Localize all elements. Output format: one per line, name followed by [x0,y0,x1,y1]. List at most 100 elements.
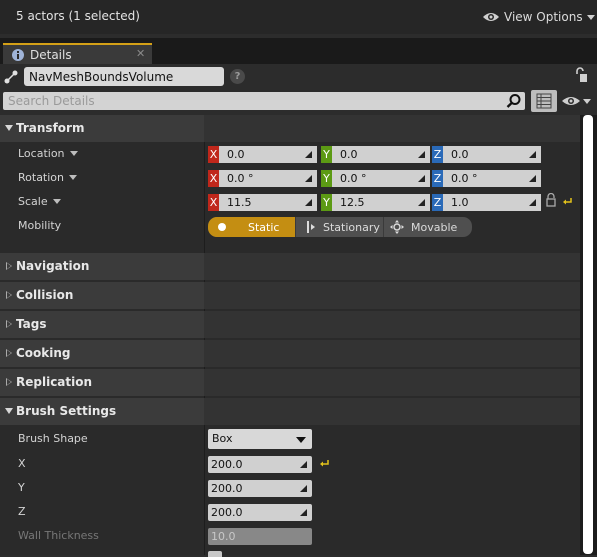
rotation-z-vector: Z 0.0 ° [432,170,541,187]
collapsed-arrow-icon [6,349,12,357]
visibility-filter-button[interactable] [561,94,595,108]
category-label: Collision [16,288,74,302]
mobility-selector: Static Stationary Movable [208,217,472,237]
view-options-label: View Options [504,10,583,24]
drag-handle-icon [529,199,536,206]
chevron-down-icon [296,437,306,443]
lock-icon[interactable] [574,67,588,83]
field-value: 0.0 ° [340,172,367,185]
scale-dropdown[interactable]: Scale [18,195,61,208]
field-value: 0.0 ° [451,172,478,185]
mobility-movable-button[interactable]: Movable [383,217,472,237]
scale-x-field[interactable]: 11.5 [219,194,317,211]
reset-arrow-icon[interactable] [320,459,329,467]
tab-details[interactable]: Details ✕ [3,43,152,64]
property-label: Y [18,481,25,494]
location-y-field[interactable]: 0.0 [332,146,430,163]
brush-shape-select[interactable]: Box [208,429,312,449]
help-icon[interactable]: ? [230,69,245,84]
brush-z-field[interactable]: 200.0 [208,504,312,521]
drag-handle-icon [529,175,536,182]
selection-status: 5 actors (1 selected) [16,9,140,23]
axis-x-label: X [208,170,219,187]
axis-z-label: Z [432,170,443,187]
category-collision[interactable]: Collision [0,282,580,309]
mobility-option-label: Static [248,220,280,234]
category-value-area [204,398,580,425]
static-icon [218,223,226,231]
field-value: 0.0 [340,148,358,161]
view-options-button[interactable]: View Options [482,8,595,26]
property-label: Scale [18,195,48,208]
reset-arrow-icon[interactable] [563,197,572,205]
details-tab-icon [12,48,24,61]
brush-x-field[interactable]: 200.0 [208,456,312,473]
mobility-static-button[interactable]: Static [208,217,295,237]
axis-z-label: Z [432,194,443,211]
actor-icon [4,70,18,84]
axis-y-label: Y [321,194,332,211]
axis-x-label: X [208,194,219,211]
checkbox[interactable] [208,551,222,557]
stationary-icon [307,221,315,233]
axis-y-label: Y [321,170,332,187]
scrollbar-thumb[interactable] [583,115,593,554]
drag-handle-icon [300,461,307,468]
field-value: 0.0 [451,148,469,161]
rotation-z-field[interactable]: 0.0 ° [443,170,541,187]
category-label: Navigation [16,259,90,273]
collapsed-arrow-icon [6,262,12,270]
select-value: Box [212,432,233,445]
category-brush-settings[interactable]: Brush Settings [0,398,580,425]
property-label: Z [18,505,26,518]
rotation-y-vector: Y 0.0 ° [321,170,430,187]
field-value: 200.0 [211,458,243,471]
category-cooking[interactable]: Cooking [0,340,580,367]
category-value-area [204,340,580,367]
property-label: Wall Thickness [18,529,99,542]
chevron-down-icon [586,14,595,20]
category-navigation[interactable]: Navigation [0,253,580,280]
category-label: Replication [16,375,93,389]
grid-filter-icon [536,93,552,109]
brush-y-field[interactable]: 200.0 [208,480,312,497]
scale-y-field[interactable]: 12.5 [332,194,430,211]
location-x-field[interactable]: 0.0 [219,146,317,163]
scale-z-vector: Z 1.0 [432,194,541,211]
drag-handle-icon [418,151,425,158]
mobility-stationary-button[interactable]: Stationary [295,217,383,237]
lock-icon[interactable] [546,193,556,207]
scale-x-vector: X 11.5 [208,194,317,211]
category-value-area [204,311,580,338]
wall-thickness-field: 10.0 [208,528,312,545]
location-z-field[interactable]: 0.0 [443,146,541,163]
chevron-down-icon [583,98,591,104]
expanded-arrow-icon [5,125,13,131]
location-dropdown[interactable]: Location [18,147,78,160]
scale-z-field[interactable]: 1.0 [443,194,541,211]
drag-handle-icon [418,199,425,206]
close-icon[interactable]: ✕ [136,47,145,60]
location-z-vector: Z 0.0 [432,146,541,163]
tab-label: Details [30,47,72,62]
search-input[interactable] [3,92,525,110]
property-matrix-button[interactable] [531,90,557,112]
axis-z-label: Z [432,146,443,163]
field-value: 0.0 [227,148,245,161]
property-label: Location [18,147,65,160]
rotation-x-field[interactable]: 0.0 ° [219,170,317,187]
category-transform[interactable]: Transform [0,115,580,142]
rotation-x-vector: X 0.0 ° [208,170,317,187]
mobility-option-label: Movable [411,220,458,234]
actor-name-input[interactable] [24,67,224,86]
category-label: Brush Settings [16,404,117,418]
field-value: 200.0 [211,482,243,495]
rotation-dropdown[interactable]: Rotation [18,171,78,184]
property-label: Rotation [18,171,65,184]
category-replication[interactable]: Replication [0,369,580,396]
category-value-area [204,282,580,309]
field-value: 12.5 [340,196,365,209]
rotation-y-field[interactable]: 0.0 ° [332,170,430,187]
category-tags[interactable]: Tags [0,311,580,338]
field-value: 0.0 ° [227,172,254,185]
